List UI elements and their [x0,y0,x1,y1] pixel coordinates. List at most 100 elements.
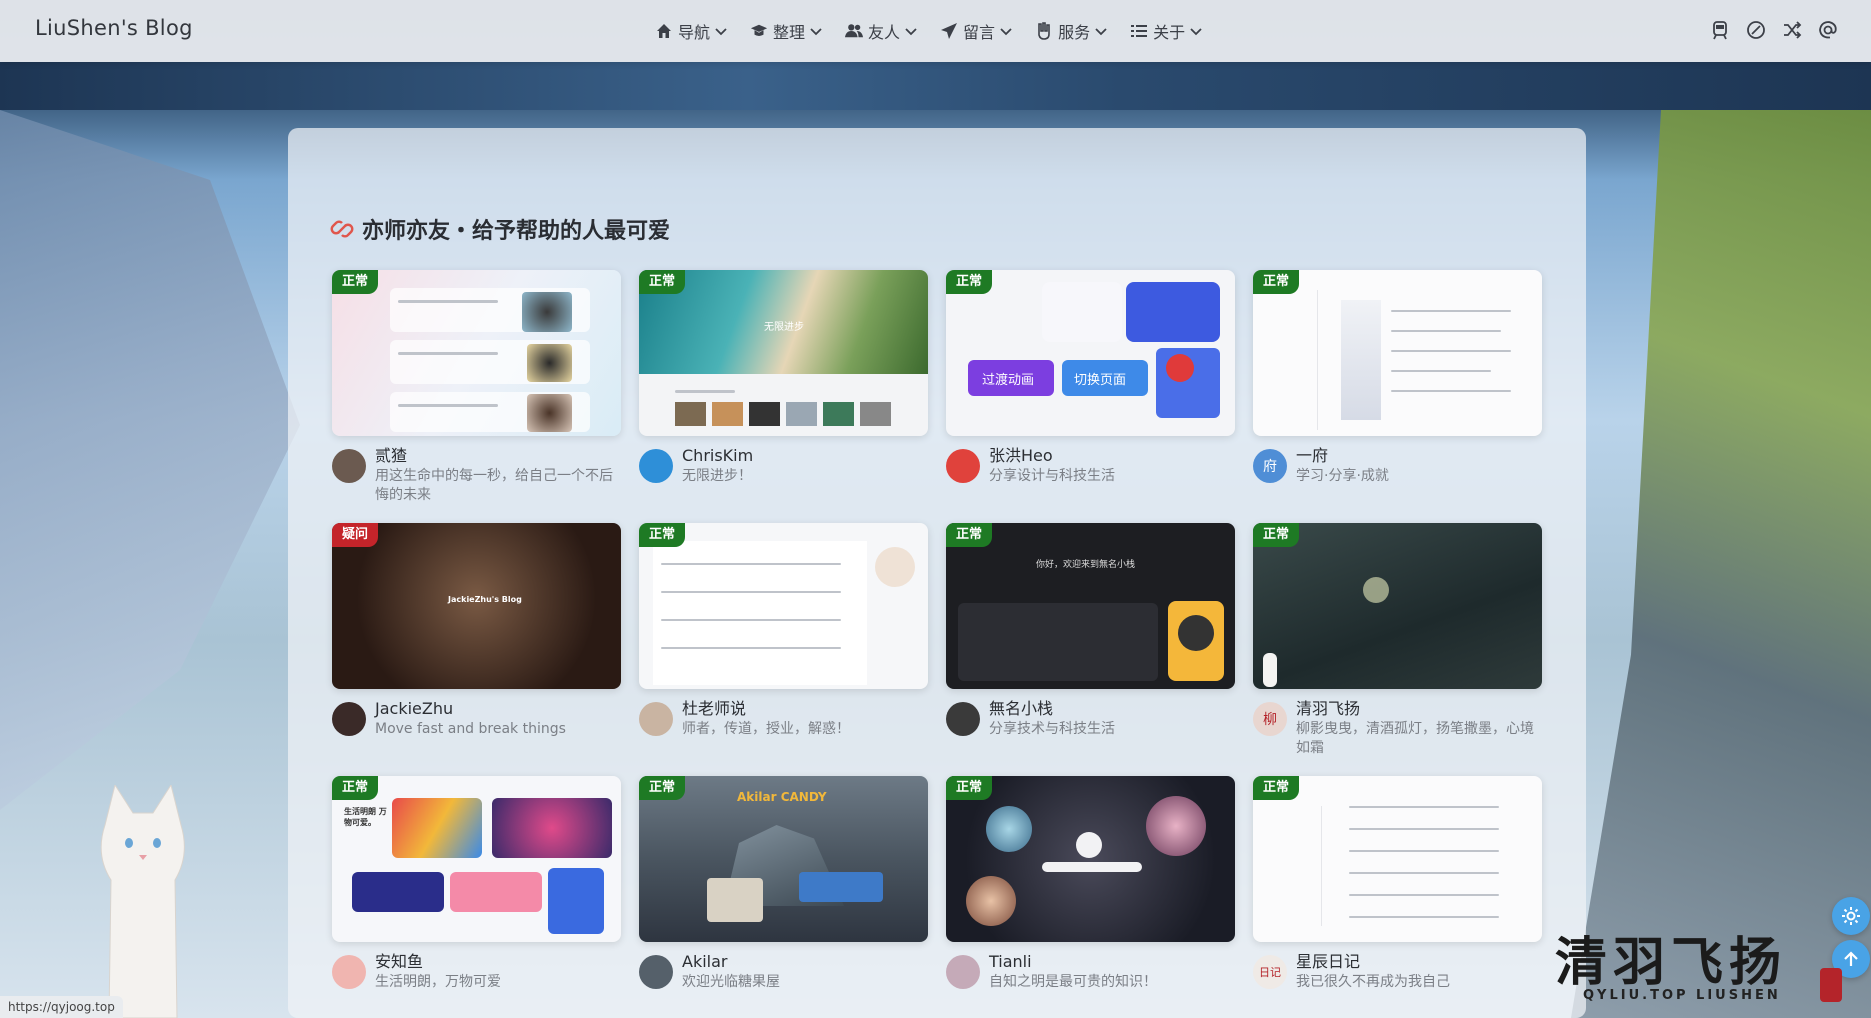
avatar[interactable]: 柳 [1253,702,1287,736]
friend-meta: 安知鱼 生活明朗，万物可爱 [332,952,621,992]
friend-name[interactable]: JackieZhu [375,699,621,719]
avatar[interactable] [946,449,980,483]
friend-card-chriskim[interactable]: 正常 无限进步 ChrisKim 无限进步！ [639,270,928,486]
chevron-down-icon [810,28,822,36]
avatar[interactable] [639,449,673,483]
friend-name[interactable]: 星辰日记 [1296,952,1542,972]
friend-desc: 无限进步！ [682,468,752,484]
avatar[interactable] [639,955,673,989]
friend-meta: 日记 星辰日记 我已很久不再成为我自己 [1253,952,1542,992]
site-thumbnail[interactable]: 正常 [332,270,621,436]
site-thumbnail[interactable]: 正常 [1253,270,1542,436]
friend-desc: 我已很久不再成为我自己 [1296,974,1450,990]
shuffle-icon[interactable] [1781,19,1803,41]
friend-card-wuming[interactable]: 正常 你好，欢迎来到無名小栈 無名小栈 分享技术与科技生活 [946,523,1235,739]
menu-item-nav[interactable]: 导航 [655,19,728,43]
friend-card-tianli[interactable]: 正常 Tianli 自知之明是最可贵的知识！ [946,776,1235,992]
status-badge: 正常 [946,523,993,547]
friend-name[interactable]: 無名小栈 [989,699,1235,719]
avatar[interactable] [946,702,980,736]
site-brand[interactable]: LiuShen's Blog [35,16,193,40]
paper-plane-icon [940,22,958,40]
menu-item-about[interactable]: 关于 [1130,19,1203,43]
status-badge: 正常 [639,270,686,294]
menu-label: 关于 [1153,23,1186,42]
friend-card-akilar[interactable]: 正常 Akilar CANDY Akilar 欢迎光临糖果屋 [639,776,928,992]
friend-card-heo[interactable]: 正常 过渡动画 切换页面 张洪Heo 分享设计与科技生活 [946,270,1235,486]
top-navbar: LiuShen's Blog 导航 整理 友人 留言 服务 关于 [0,0,1871,62]
thumbnail-scene [946,776,1235,942]
avatar[interactable]: 府 [1253,449,1287,483]
background-scenery-left [0,110,300,810]
menu-label: 整理 [773,23,806,42]
status-badge: 正常 [332,270,379,294]
avatar[interactable]: 日记 [1253,955,1287,989]
friend-name[interactable]: Akilar [682,952,928,972]
site-thumbnail[interactable]: 正常 你好，欢迎来到無名小栈 [946,523,1235,689]
thumb-caption: 生活明朗 万物可爱。 [344,807,387,827]
site-thumbnail[interactable]: 正常 生活明朗 万物可爱。 [332,776,621,942]
friend-desc: 自知之明是最可贵的知识！ [989,974,1157,990]
friend-desc: 学习·分享·成就 [1296,468,1389,484]
avatar[interactable] [332,955,366,989]
menu-item-service[interactable]: 服务 [1035,19,1108,43]
friend-card-xingchen[interactable]: 正常 日记 星辰日记 我已很久不再成为我自己 [1253,776,1542,992]
menu-item-message[interactable]: 留言 [940,19,1013,43]
menu-label: 友人 [868,23,901,42]
friend-card-anzhiyu[interactable]: 正常 生活明朗 万物可爱。 安知鱼 生活明朗，万物可爱 [332,776,621,992]
graduation-cap-icon [750,22,768,40]
friend-card-jackiezhu[interactable]: 疑问 JackieZhu's Blog JackieZhu Move fast … [332,523,621,739]
thumbnail-scene [639,523,928,689]
section-heading: 亦师亦友・给予帮助的人最可爱 [330,213,670,245]
chevron-down-icon [1000,28,1012,36]
friend-desc: Move fast and break things [375,721,566,737]
friend-name[interactable]: Tianli [989,952,1235,972]
section-title-text: 亦师亦友・给予帮助的人最可爱 [362,219,671,244]
site-thumbnail[interactable]: 正常 [946,776,1235,942]
avatar[interactable] [639,702,673,736]
status-badge: 正常 [1253,776,1300,800]
friend-desc: 柳影曳曳，清酒孤灯，扬笔撒墨，心境如霜 [1296,721,1534,756]
friend-name[interactable]: ChrisKim [682,446,928,466]
chevron-down-icon [1190,28,1202,36]
status-badge: 正常 [946,776,993,800]
site-thumbnail[interactable]: 疑问 JackieZhu's Blog [332,523,621,689]
friend-meta: 贰猹 用这生命中的每一秒，给自己一个不后悔的未来 [332,446,621,505]
site-thumbnail[interactable]: 正常 [1253,776,1542,942]
friend-meta: 柳 清羽飞扬 柳影曳曳，清酒孤灯，扬笔撒墨，心境如霜 [1253,699,1542,758]
friend-name[interactable]: 安知鱼 [375,952,621,972]
friend-name[interactable]: 张洪Heo [989,446,1235,466]
status-badge: 正常 [332,776,379,800]
menu-item-archive[interactable]: 整理 [750,19,823,43]
friend-name[interactable]: 贰猹 [375,446,621,466]
site-thumbnail[interactable]: 正常 过渡动画 切换页面 [946,270,1235,436]
status-badge: 正常 [639,776,686,800]
friend-card-yifu[interactable]: 正常 府 一府 学习·分享·成就 [1253,270,1542,486]
at-icon[interactable] [1817,19,1839,41]
friend-meta: 府 一府 学习·分享·成就 [1253,446,1542,486]
site-thumbnail[interactable]: 正常 [639,523,928,689]
friend-desc: 欢迎光临糖果屋 [682,974,780,990]
thumbnail-scene: 生活明朗 万物可爱。 [332,776,621,942]
site-thumbnail[interactable]: 正常 无限进步 [639,270,928,436]
thumbnail-scene: Akilar CANDY [639,776,928,942]
friend-name[interactable]: 一府 [1296,446,1542,466]
watermark-subtitle: QYLIU.TOP LIUSHEN [1583,988,1781,1003]
link-icon[interactable] [1745,19,1767,41]
friend-card-dulaoshi[interactable]: 正常 杜老师说 师者，传道，授业，解惑！ [639,523,928,739]
site-thumbnail[interactable]: 正常 [1253,523,1542,689]
avatar[interactable] [946,955,980,989]
friend-desc: 生活明朗，万物可爱 [375,974,501,990]
friend-name[interactable]: 杜老师说 [682,699,928,719]
avatar[interactable] [332,702,366,736]
cat-illustration [100,785,185,1018]
avatar[interactable] [332,449,366,483]
friend-card-erzha[interactable]: 正常 贰猹 用这生命中的每一秒，给自己一个不后悔的未来 [332,270,621,505]
train-icon[interactable] [1709,19,1731,41]
friend-name[interactable]: 清羽飞扬 [1296,699,1542,719]
site-thumbnail[interactable]: 正常 Akilar CANDY [639,776,928,942]
friend-card-qingyu[interactable]: 正常 柳 清羽飞扬 柳影曳曳，清酒孤灯，扬笔撒墨，心境如霜 [1253,523,1542,758]
friend-meta: Akilar 欢迎光临糖果屋 [639,952,928,992]
thumbnail-scene [1253,776,1542,942]
menu-item-friends[interactable]: 友人 [845,19,918,43]
